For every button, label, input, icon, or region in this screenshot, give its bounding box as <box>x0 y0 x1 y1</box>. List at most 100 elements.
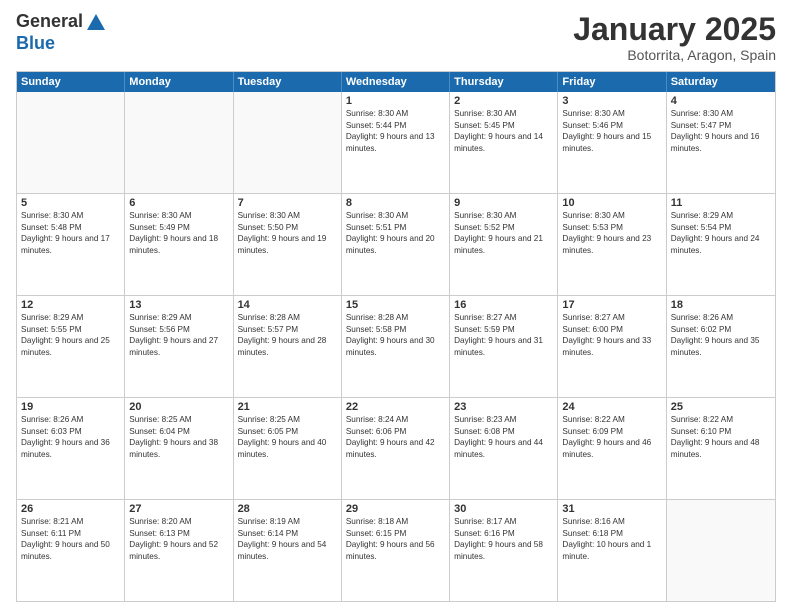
calendar-cell <box>234 92 342 193</box>
cell-day-number: 5 <box>21 197 120 209</box>
cell-day-number: 6 <box>129 197 228 209</box>
cell-day-number: 25 <box>671 401 771 413</box>
calendar-cell: 16Sunrise: 8:27 AM Sunset: 5:59 PM Dayli… <box>450 296 558 397</box>
cell-sun-info: Sunrise: 8:28 AM Sunset: 5:58 PM Dayligh… <box>346 312 445 358</box>
calendar-header: SundayMondayTuesdayWednesdayThursdayFrid… <box>17 72 775 92</box>
calendar-cell: 2Sunrise: 8:30 AM Sunset: 5:45 PM Daylig… <box>450 92 558 193</box>
cell-day-number: 22 <box>346 401 445 413</box>
cell-sun-info: Sunrise: 8:30 AM Sunset: 5:44 PM Dayligh… <box>346 108 445 154</box>
calendar-cell: 17Sunrise: 8:27 AM Sunset: 6:00 PM Dayli… <box>558 296 666 397</box>
calendar-cell <box>667 500 775 601</box>
cell-sun-info: Sunrise: 8:25 AM Sunset: 6:04 PM Dayligh… <box>129 414 228 460</box>
cell-sun-info: Sunrise: 8:29 AM Sunset: 5:56 PM Dayligh… <box>129 312 228 358</box>
calendar-cell: 11Sunrise: 8:29 AM Sunset: 5:54 PM Dayli… <box>667 194 775 295</box>
cell-day-number: 11 <box>671 197 771 209</box>
calendar-cell: 15Sunrise: 8:28 AM Sunset: 5:58 PM Dayli… <box>342 296 450 397</box>
cell-sun-info: Sunrise: 8:26 AM Sunset: 6:03 PM Dayligh… <box>21 414 120 460</box>
weekday-header: Sunday <box>17 72 125 92</box>
logo-blue: Blue <box>16 34 107 54</box>
calendar-cell: 12Sunrise: 8:29 AM Sunset: 5:55 PM Dayli… <box>17 296 125 397</box>
calendar-cell: 25Sunrise: 8:22 AM Sunset: 6:10 PM Dayli… <box>667 398 775 499</box>
calendar-cell: 23Sunrise: 8:23 AM Sunset: 6:08 PM Dayli… <box>450 398 558 499</box>
header: General Blue January 2025 Botorrita, Ara… <box>16 12 776 63</box>
calendar-cell: 31Sunrise: 8:16 AM Sunset: 6:18 PM Dayli… <box>558 500 666 601</box>
cell-sun-info: Sunrise: 8:25 AM Sunset: 6:05 PM Dayligh… <box>238 414 337 460</box>
cell-day-number: 24 <box>562 401 661 413</box>
cell-day-number: 4 <box>671 95 771 107</box>
cell-sun-info: Sunrise: 8:30 AM Sunset: 5:50 PM Dayligh… <box>238 210 337 256</box>
cell-day-number: 7 <box>238 197 337 209</box>
cell-sun-info: Sunrise: 8:18 AM Sunset: 6:15 PM Dayligh… <box>346 516 445 562</box>
cell-sun-info: Sunrise: 8:30 AM Sunset: 5:53 PM Dayligh… <box>562 210 661 256</box>
calendar-cell: 3Sunrise: 8:30 AM Sunset: 5:46 PM Daylig… <box>558 92 666 193</box>
calendar-cell: 29Sunrise: 8:18 AM Sunset: 6:15 PM Dayli… <box>342 500 450 601</box>
weekday-header: Saturday <box>667 72 775 92</box>
cell-sun-info: Sunrise: 8:22 AM Sunset: 6:09 PM Dayligh… <box>562 414 661 460</box>
calendar-row: 12Sunrise: 8:29 AM Sunset: 5:55 PM Dayli… <box>17 296 775 398</box>
cell-day-number: 13 <box>129 299 228 311</box>
calendar-cell: 9Sunrise: 8:30 AM Sunset: 5:52 PM Daylig… <box>450 194 558 295</box>
calendar-cell <box>17 92 125 193</box>
cell-sun-info: Sunrise: 8:30 AM Sunset: 5:52 PM Dayligh… <box>454 210 553 256</box>
calendar-cell: 30Sunrise: 8:17 AM Sunset: 6:16 PM Dayli… <box>450 500 558 601</box>
logo: General Blue <box>16 12 107 54</box>
calendar-cell: 1Sunrise: 8:30 AM Sunset: 5:44 PM Daylig… <box>342 92 450 193</box>
cell-sun-info: Sunrise: 8:19 AM Sunset: 6:14 PM Dayligh… <box>238 516 337 562</box>
cell-day-number: 27 <box>129 503 228 515</box>
calendar-cell: 20Sunrise: 8:25 AM Sunset: 6:04 PM Dayli… <box>125 398 233 499</box>
cell-day-number: 23 <box>454 401 553 413</box>
weekday-header: Tuesday <box>234 72 342 92</box>
calendar-cell <box>125 92 233 193</box>
month-title: January 2025 <box>573 12 776 47</box>
cell-sun-info: Sunrise: 8:26 AM Sunset: 6:02 PM Dayligh… <box>671 312 771 358</box>
calendar-row: 1Sunrise: 8:30 AM Sunset: 5:44 PM Daylig… <box>17 92 775 194</box>
weekday-header: Wednesday <box>342 72 450 92</box>
cell-sun-info: Sunrise: 8:29 AM Sunset: 5:55 PM Dayligh… <box>21 312 120 358</box>
cell-sun-info: Sunrise: 8:23 AM Sunset: 6:08 PM Dayligh… <box>454 414 553 460</box>
calendar-cell: 6Sunrise: 8:30 AM Sunset: 5:49 PM Daylig… <box>125 194 233 295</box>
calendar-cell: 21Sunrise: 8:25 AM Sunset: 6:05 PM Dayli… <box>234 398 342 499</box>
cell-day-number: 19 <box>21 401 120 413</box>
cell-sun-info: Sunrise: 8:24 AM Sunset: 6:06 PM Dayligh… <box>346 414 445 460</box>
title-block: January 2025 Botorrita, Aragon, Spain <box>573 12 776 63</box>
page: General Blue January 2025 Botorrita, Ara… <box>0 0 792 612</box>
calendar-row: 19Sunrise: 8:26 AM Sunset: 6:03 PM Dayli… <box>17 398 775 500</box>
cell-day-number: 15 <box>346 299 445 311</box>
calendar-cell: 28Sunrise: 8:19 AM Sunset: 6:14 PM Dayli… <box>234 500 342 601</box>
cell-day-number: 20 <box>129 401 228 413</box>
cell-day-number: 1 <box>346 95 445 107</box>
cell-day-number: 8 <box>346 197 445 209</box>
calendar-cell: 5Sunrise: 8:30 AM Sunset: 5:48 PM Daylig… <box>17 194 125 295</box>
cell-sun-info: Sunrise: 8:30 AM Sunset: 5:45 PM Dayligh… <box>454 108 553 154</box>
calendar-row: 5Sunrise: 8:30 AM Sunset: 5:48 PM Daylig… <box>17 194 775 296</box>
calendar-cell: 27Sunrise: 8:20 AM Sunset: 6:13 PM Dayli… <box>125 500 233 601</box>
cell-day-number: 9 <box>454 197 553 209</box>
cell-day-number: 12 <box>21 299 120 311</box>
calendar-cell: 7Sunrise: 8:30 AM Sunset: 5:50 PM Daylig… <box>234 194 342 295</box>
calendar-cell: 14Sunrise: 8:28 AM Sunset: 5:57 PM Dayli… <box>234 296 342 397</box>
cell-day-number: 31 <box>562 503 661 515</box>
calendar: SundayMondayTuesdayWednesdayThursdayFrid… <box>16 71 776 602</box>
weekday-header: Monday <box>125 72 233 92</box>
cell-day-number: 16 <box>454 299 553 311</box>
weekday-header: Thursday <box>450 72 558 92</box>
calendar-cell: 22Sunrise: 8:24 AM Sunset: 6:06 PM Dayli… <box>342 398 450 499</box>
logo-icon <box>85 12 107 34</box>
cell-day-number: 21 <box>238 401 337 413</box>
cell-day-number: 29 <box>346 503 445 515</box>
cell-sun-info: Sunrise: 8:30 AM Sunset: 5:51 PM Dayligh… <box>346 210 445 256</box>
cell-sun-info: Sunrise: 8:27 AM Sunset: 6:00 PM Dayligh… <box>562 312 661 358</box>
cell-day-number: 17 <box>562 299 661 311</box>
logo-text: General Blue <box>16 12 107 54</box>
cell-sun-info: Sunrise: 8:30 AM Sunset: 5:46 PM Dayligh… <box>562 108 661 154</box>
cell-day-number: 3 <box>562 95 661 107</box>
cell-day-number: 14 <box>238 299 337 311</box>
calendar-cell: 26Sunrise: 8:21 AM Sunset: 6:11 PM Dayli… <box>17 500 125 601</box>
cell-day-number: 26 <box>21 503 120 515</box>
calendar-row: 26Sunrise: 8:21 AM Sunset: 6:11 PM Dayli… <box>17 500 775 601</box>
cell-day-number: 28 <box>238 503 337 515</box>
cell-sun-info: Sunrise: 8:17 AM Sunset: 6:16 PM Dayligh… <box>454 516 553 562</box>
calendar-cell: 19Sunrise: 8:26 AM Sunset: 6:03 PM Dayli… <box>17 398 125 499</box>
cell-day-number: 2 <box>454 95 553 107</box>
cell-sun-info: Sunrise: 8:30 AM Sunset: 5:48 PM Dayligh… <box>21 210 120 256</box>
